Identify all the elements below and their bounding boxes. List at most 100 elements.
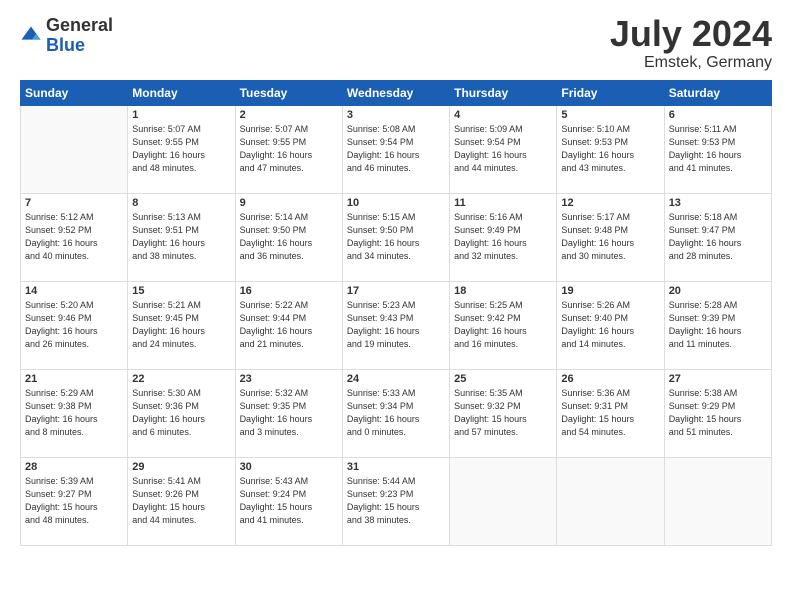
- day-info: Sunrise: 5:41 AM Sunset: 9:26 PM Dayligh…: [132, 475, 230, 527]
- day-info: Sunrise: 5:22 AM Sunset: 9:44 PM Dayligh…: [240, 299, 338, 351]
- table-row: 29Sunrise: 5:41 AM Sunset: 9:26 PM Dayli…: [128, 458, 235, 546]
- table-row: 5 Sunrise: 5:10 AM Sunset: 9:53 PM Daylig…: [557, 106, 664, 194]
- day-number: 30: [240, 461, 338, 473]
- table-row: 9Sunrise: 5:14 AM Sunset: 9:50 PM Daylig…: [235, 194, 342, 282]
- table-row: 21 Sunrise: 5:29 AM Sunset: 9:38 PM Dayli…: [21, 370, 128, 458]
- day-info: Sunrise: 5:18 AM Sunset: 9:47 PM Dayligh…: [669, 211, 767, 263]
- col-tuesday: Tuesday: [235, 81, 342, 106]
- logo-text: General Blue: [46, 16, 113, 56]
- table-row: 8 Sunrise: 5:13 AM Sunset: 9:51 PM Daylig…: [128, 194, 235, 282]
- calendar-week-row: 1 Sunrise: 5:07 AM Sunset: 9:55 PM Daylig…: [21, 106, 772, 194]
- table-row: 26 Sunrise: 5:36 AM Sunset: 9:31 PM Dayli…: [557, 370, 664, 458]
- day-number: 19: [561, 285, 659, 297]
- day-number: 10: [347, 197, 445, 209]
- day-info: Sunrise: 5:16 AM Sunset: 9:49 PM Dayligh…: [454, 211, 552, 263]
- table-row: [664, 458, 771, 546]
- logo-blue: Blue: [46, 35, 85, 55]
- table-row: 25 Sunrise: 5:35 AM Sunset: 9:32 PM Dayli…: [450, 370, 557, 458]
- day-number: 31: [347, 461, 445, 473]
- day-info: Sunrise: 5:33 AM Sunset: 9:34 PM Dayligh…: [347, 387, 445, 439]
- calendar: Sunday Monday Tuesday Wednesday Thursday…: [20, 80, 772, 546]
- day-info: Sunrise: 5:10 AM Sunset: 9:53 PM Dayligh…: [561, 123, 659, 175]
- day-number: 5: [561, 109, 659, 121]
- day-info: Sunrise: 5:14 AM Sunset: 9:50 PM Dayligh…: [240, 211, 338, 263]
- table-row: 12Sunrise: 5:17 AM Sunset: 9:48 PM Dayli…: [557, 194, 664, 282]
- table-row: 11Sunrise: 5:16 AM Sunset: 9:49 PM Dayli…: [450, 194, 557, 282]
- table-row: 20 Sunrise: 5:28 AM Sunset: 9:39 PM Dayli…: [664, 282, 771, 370]
- calendar-header-row: Sunday Monday Tuesday Wednesday Thursday…: [21, 81, 772, 106]
- day-number: 8: [132, 197, 230, 209]
- day-info: Sunrise: 5:12 AM Sunset: 9:52 PM Dayligh…: [25, 211, 123, 263]
- day-number: 15: [132, 285, 230, 297]
- header: General Blue July 2024 Emstek, Germany: [20, 16, 772, 72]
- table-row: 15 Sunrise: 5:21 AM Sunset: 9:45 PM Dayli…: [128, 282, 235, 370]
- day-info: Sunrise: 5:32 AM Sunset: 9:35 PM Dayligh…: [240, 387, 338, 439]
- calendar-week-row: 7 Sunrise: 5:12 AM Sunset: 9:52 PM Daylig…: [21, 194, 772, 282]
- day-info: Sunrise: 5:07 AM Sunset: 9:55 PM Dayligh…: [240, 123, 338, 175]
- day-number: 1: [132, 109, 230, 121]
- day-number: 6: [669, 109, 767, 121]
- day-number: 26: [561, 373, 659, 385]
- day-number: 2: [240, 109, 338, 121]
- table-row: 27 Sunrise: 5:38 AM Sunset: 9:29 PM Dayli…: [664, 370, 771, 458]
- day-number: 3: [347, 109, 445, 121]
- table-row: 18Sunrise: 5:25 AM Sunset: 9:42 PM Dayli…: [450, 282, 557, 370]
- day-number: 27: [669, 373, 767, 385]
- table-row: 3 Sunrise: 5:08 AM Sunset: 9:54 PM Daylig…: [342, 106, 449, 194]
- col-sunday: Sunday: [21, 81, 128, 106]
- table-row: 16 Sunrise: 5:22 AM Sunset: 9:44 PM Dayli…: [235, 282, 342, 370]
- day-info: Sunrise: 5:23 AM Sunset: 9:43 PM Dayligh…: [347, 299, 445, 351]
- day-number: 18: [454, 285, 552, 297]
- logo-general: General: [46, 15, 113, 35]
- day-info: Sunrise: 5:38 AM Sunset: 9:29 PM Dayligh…: [669, 387, 767, 439]
- day-number: 13: [669, 197, 767, 209]
- day-info: Sunrise: 5:08 AM Sunset: 9:54 PM Dayligh…: [347, 123, 445, 175]
- title-block: July 2024 Emstek, Germany: [610, 16, 772, 72]
- day-number: 21: [25, 373, 123, 385]
- table-row: 7 Sunrise: 5:12 AM Sunset: 9:52 PM Daylig…: [21, 194, 128, 282]
- table-row: [21, 106, 128, 194]
- logo: General Blue: [20, 16, 113, 56]
- day-info: Sunrise: 5:39 AM Sunset: 9:27 PM Dayligh…: [25, 475, 123, 527]
- day-info: Sunrise: 5:07 AM Sunset: 9:55 PM Dayligh…: [132, 123, 230, 175]
- day-number: 20: [669, 285, 767, 297]
- day-info: Sunrise: 5:26 AM Sunset: 9:40 PM Dayligh…: [561, 299, 659, 351]
- day-info: Sunrise: 5:21 AM Sunset: 9:45 PM Dayligh…: [132, 299, 230, 351]
- day-info: Sunrise: 5:30 AM Sunset: 9:36 PM Dayligh…: [132, 387, 230, 439]
- table-row: 17Sunrise: 5:23 AM Sunset: 9:43 PM Dayli…: [342, 282, 449, 370]
- col-friday: Friday: [557, 81, 664, 106]
- table-row: 30 Sunrise: 5:43 AM Sunset: 9:24 PM Dayli…: [235, 458, 342, 546]
- page: General Blue July 2024 Emstek, Germany S…: [0, 0, 792, 612]
- day-number: 22: [132, 373, 230, 385]
- day-info: Sunrise: 5:29 AM Sunset: 9:38 PM Dayligh…: [25, 387, 123, 439]
- table-row: 6 Sunrise: 5:11 AM Sunset: 9:53 PM Daylig…: [664, 106, 771, 194]
- col-monday: Monday: [128, 81, 235, 106]
- col-thursday: Thursday: [450, 81, 557, 106]
- table-row: 24 Sunrise: 5:33 AM Sunset: 9:34 PM Dayli…: [342, 370, 449, 458]
- table-row: 28 Sunrise: 5:39 AM Sunset: 9:27 PM Dayli…: [21, 458, 128, 546]
- calendar-week-row: 28 Sunrise: 5:39 AM Sunset: 9:27 PM Dayli…: [21, 458, 772, 546]
- day-number: 16: [240, 285, 338, 297]
- day-number: 7: [25, 197, 123, 209]
- day-info: Sunrise: 5:11 AM Sunset: 9:53 PM Dayligh…: [669, 123, 767, 175]
- table-row: 4Sunrise: 5:09 AM Sunset: 9:54 PM Daylig…: [450, 106, 557, 194]
- table-row: 19 Sunrise: 5:26 AM Sunset: 9:40 PM Dayli…: [557, 282, 664, 370]
- day-info: Sunrise: 5:36 AM Sunset: 9:31 PM Dayligh…: [561, 387, 659, 439]
- logo-icon: [20, 25, 42, 47]
- col-wednesday: Wednesday: [342, 81, 449, 106]
- day-info: Sunrise: 5:13 AM Sunset: 9:51 PM Dayligh…: [132, 211, 230, 263]
- day-info: Sunrise: 5:44 AM Sunset: 9:23 PM Dayligh…: [347, 475, 445, 527]
- col-saturday: Saturday: [664, 81, 771, 106]
- day-info: Sunrise: 5:43 AM Sunset: 9:24 PM Dayligh…: [240, 475, 338, 527]
- table-row: 1 Sunrise: 5:07 AM Sunset: 9:55 PM Daylig…: [128, 106, 235, 194]
- day-info: Sunrise: 5:28 AM Sunset: 9:39 PM Dayligh…: [669, 299, 767, 351]
- table-row: 23Sunrise: 5:32 AM Sunset: 9:35 PM Dayli…: [235, 370, 342, 458]
- day-number: 25: [454, 373, 552, 385]
- table-row: [450, 458, 557, 546]
- day-number: 28: [25, 461, 123, 473]
- day-number: 24: [347, 373, 445, 385]
- day-info: Sunrise: 5:35 AM Sunset: 9:32 PM Dayligh…: [454, 387, 552, 439]
- table-row: 13 Sunrise: 5:18 AM Sunset: 9:47 PM Dayli…: [664, 194, 771, 282]
- table-row: [557, 458, 664, 546]
- title-location: Emstek, Germany: [610, 54, 772, 72]
